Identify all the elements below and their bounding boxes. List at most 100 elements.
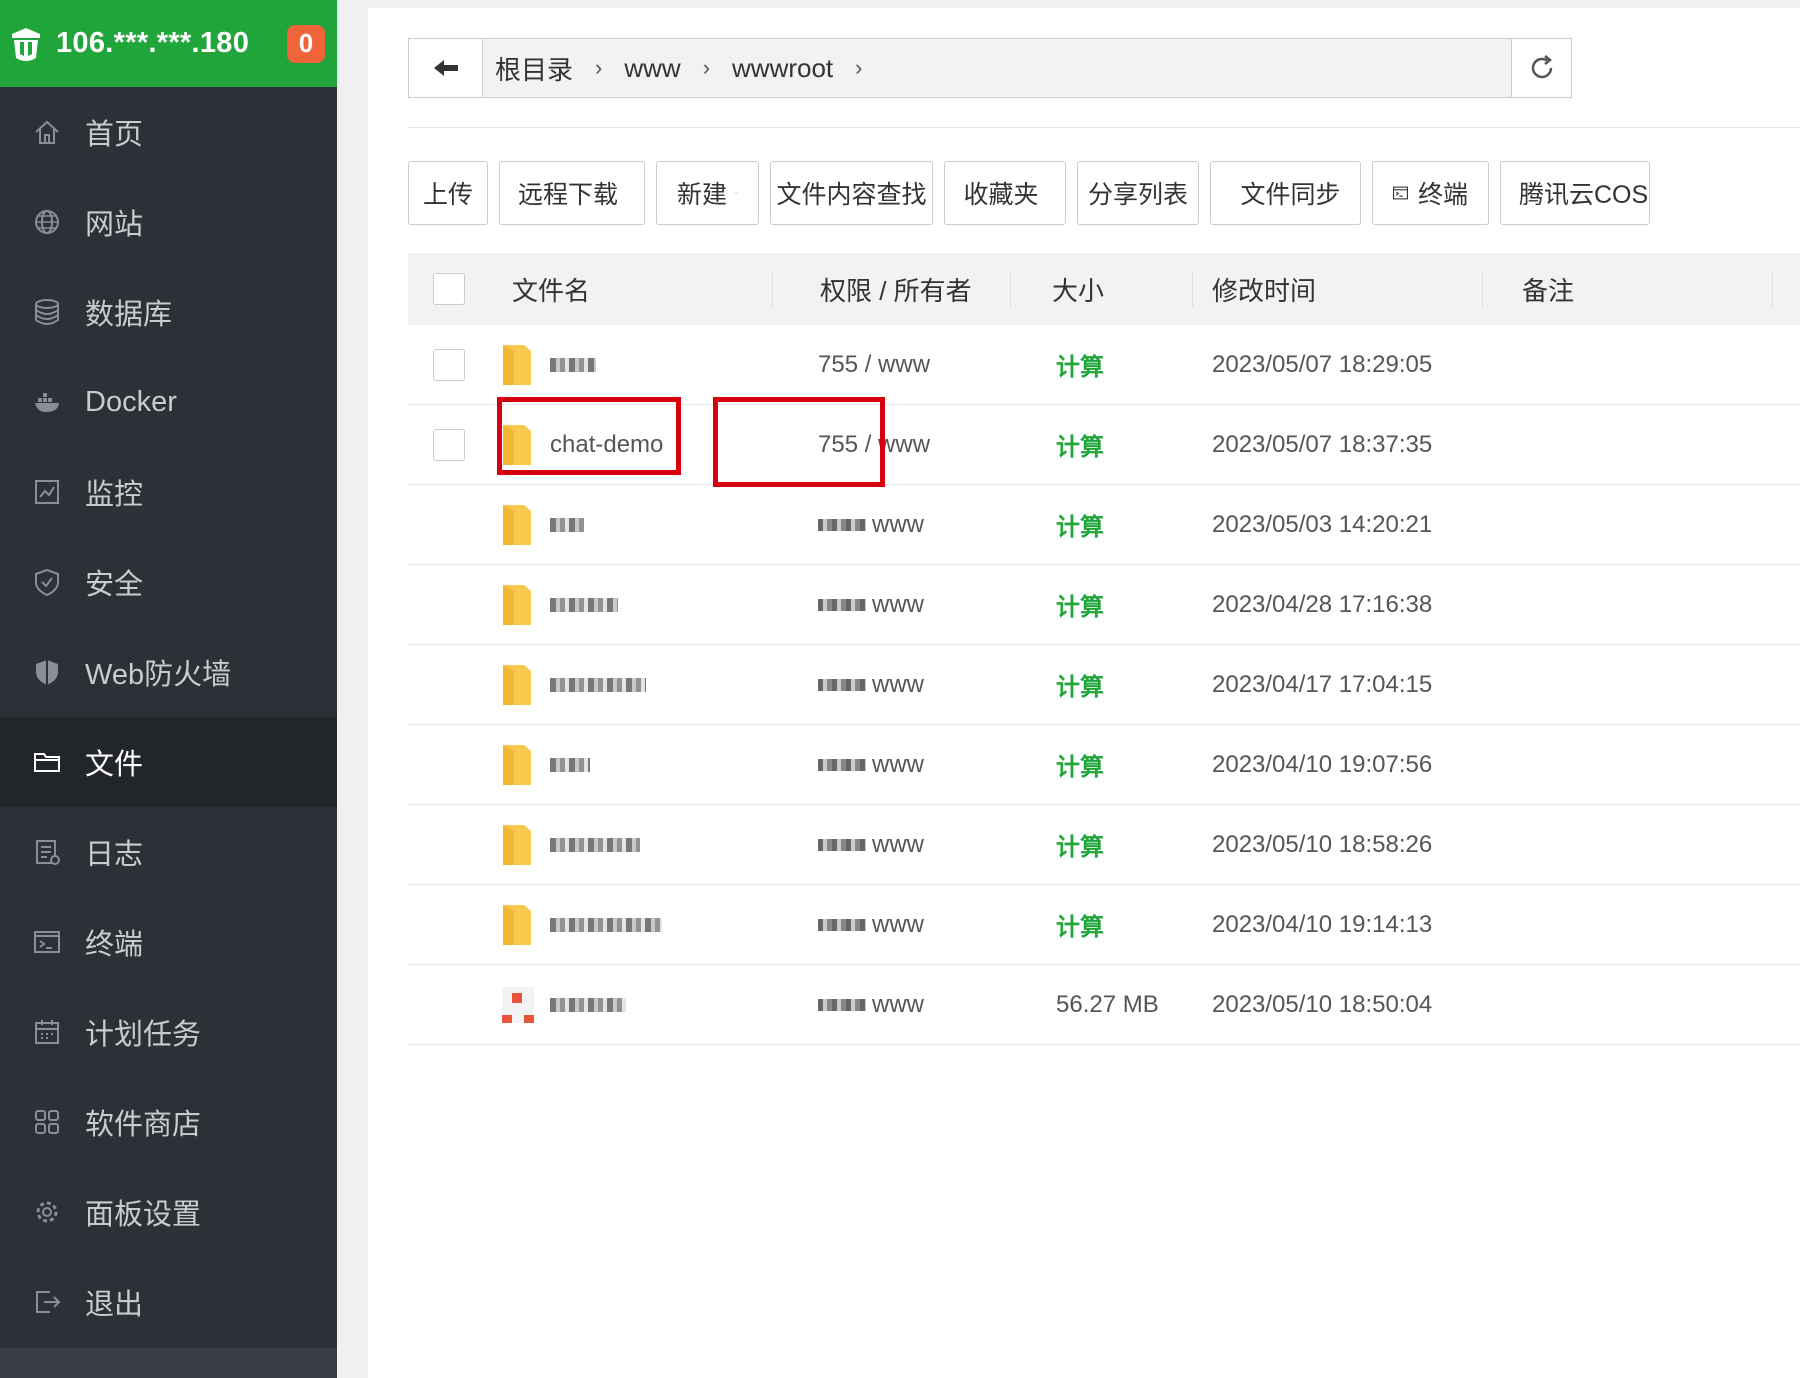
refresh-icon: [1531, 55, 1552, 79]
calc-size-link[interactable]: 计算: [1056, 914, 1104, 941]
owner-cell[interactable]: www: [872, 591, 924, 618]
sidebar-item-label: 安全: [85, 569, 144, 601]
owner-cell[interactable]: www: [872, 911, 924, 938]
sidebar-item-store[interactable]: 软件商店: [0, 1077, 337, 1167]
select-all-checkbox[interactable]: [433, 273, 465, 305]
chevron-right-icon: ›: [855, 55, 863, 80]
tencent-cos-button[interactable]: 腾讯云COS: [1500, 161, 1650, 225]
remote-download-button[interactable]: 远程下载: [499, 161, 645, 225]
log-icon: [31, 836, 63, 868]
sidebar-item-docker[interactable]: Docker: [0, 357, 337, 447]
highlight-box: [713, 397, 885, 487]
owner-cell[interactable]: www: [872, 831, 924, 858]
folder-icon: [503, 824, 531, 865]
sidebar-item-home[interactable]: 首页: [0, 87, 337, 177]
file-manager-panel: 根目录 › www › wwwroot › 上传 远程下载 新建 文件内容查找 …: [368, 8, 1800, 1378]
calc-size-link[interactable]: 计算: [1056, 594, 1104, 621]
mtime-cell: 2023/05/10 18:50:04: [1212, 990, 1433, 1018]
breadcrumb-root[interactable]: 根目录: [495, 50, 573, 87]
sidebar-item-monitor[interactable]: 监控: [0, 447, 337, 537]
calc-size-link[interactable]: 计算: [1056, 514, 1104, 541]
header-note: 备注: [1522, 275, 1575, 306]
table-row[interactable]: www 计算 2023/04/28 17:16:38: [408, 565, 1800, 645]
sidebar-item-database[interactable]: 数据库: [0, 267, 337, 357]
row-checkbox[interactable]: [433, 428, 465, 461]
size-cell: 56.27 MB: [1056, 990, 1159, 1018]
calc-size-link[interactable]: 计算: [1056, 354, 1104, 381]
sidebar-item-waf[interactable]: Web防火墙: [0, 627, 337, 717]
perm-redacted: [818, 519, 866, 532]
sidebar-item-settings[interactable]: 面板设置: [0, 1167, 337, 1257]
perm-cell[interactable]: 755 / www: [796, 351, 1032, 379]
table-row[interactable]: www 计算 2023/05/03 14:20:21: [408, 485, 1800, 565]
calc-size-link[interactable]: 计算: [1056, 674, 1104, 701]
terminal-icon: [1393, 186, 1408, 200]
breadcrumb-www[interactable]: www: [624, 53, 680, 84]
mtime-cell: 2023/04/10 19:14:13: [1212, 910, 1433, 938]
table-row[interactable]: www 计算 2023/04/10 19:07:56: [408, 725, 1800, 805]
sidebar-item-website[interactable]: 网站: [0, 177, 337, 267]
back-button[interactable]: [409, 39, 483, 97]
perm-redacted: [818, 759, 866, 772]
perm-redacted: [818, 919, 866, 932]
file-name-redacted[interactable]: [550, 597, 618, 612]
upload-button[interactable]: 上传: [408, 161, 488, 225]
table-row[interactable]: www 56.27 MB 2023/05/10 18:50:04: [408, 965, 1800, 1045]
mtime-cell: 2023/05/07 18:37:35: [1212, 430, 1433, 458]
terminal-button[interactable]: 终端: [1372, 161, 1489, 225]
table-header: 文件名 权限 / 所有者 大小 修改时间 备注: [408, 253, 1800, 325]
mtime-cell: 2023/05/03 14:20:21: [1212, 510, 1433, 538]
mtime-cell: 2023/05/07 18:29:05: [1212, 350, 1433, 378]
table-row[interactable]: www 计算 2023/05/10 18:58:26: [408, 805, 1800, 885]
header-perm[interactable]: 权限 / 所有者: [796, 271, 1032, 308]
globe-icon: [31, 206, 63, 238]
refresh-button[interactable]: [1511, 39, 1571, 97]
header-name[interactable]: 文件名: [512, 271, 796, 308]
sidebar-item-security[interactable]: 安全: [0, 537, 337, 627]
table-row[interactable]: www 计算 2023/04/17 17:04:15: [408, 645, 1800, 725]
file-name-redacted[interactable]: [550, 837, 640, 852]
owner-cell[interactable]: www: [872, 671, 924, 698]
header-mtime[interactable]: 修改时间: [1212, 271, 1502, 308]
remote-download-label: 远程下载: [518, 181, 619, 209]
perm-redacted: [818, 999, 866, 1012]
upload-label: 上传: [423, 181, 474, 209]
share-list-button[interactable]: 分享列表: [1077, 161, 1199, 225]
sidebar-item-logout[interactable]: 退出: [0, 1257, 337, 1347]
calc-size-link[interactable]: 计算: [1056, 434, 1104, 461]
sidebar-item-terminal[interactable]: 终端: [0, 897, 337, 987]
file-name-redacted[interactable]: [550, 917, 662, 932]
search-content-label: 文件内容查找: [776, 181, 927, 209]
favorites-button[interactable]: 收藏夹: [944, 161, 1066, 225]
column-divider: [1010, 271, 1011, 307]
new-label: 新建: [677, 181, 728, 209]
table-row[interactable]: 755 / www 计算 2023/05/07 18:29:05: [408, 325, 1800, 405]
gear-icon: [31, 1196, 63, 1228]
owner-cell[interactable]: www: [872, 991, 924, 1018]
table-row[interactable]: www 计算 2023/04/10 19:14:13: [408, 885, 1800, 965]
chevron-right-icon: ›: [595, 55, 603, 80]
sidebar-item-cron[interactable]: 计划任务: [0, 987, 337, 1077]
header-size[interactable]: 大小: [1032, 271, 1212, 308]
file-name-redacted[interactable]: [550, 757, 590, 772]
sidebar-item-label: 数据库: [85, 299, 173, 331]
sidebar-item-files[interactable]: 文件: [0, 717, 337, 807]
file-name-redacted[interactable]: [550, 677, 646, 692]
owner-cell[interactable]: www: [872, 511, 924, 538]
new-button[interactable]: 新建: [656, 161, 759, 225]
notification-badge[interactable]: 0: [287, 24, 325, 63]
file-sync-button[interactable]: 文件同步: [1210, 161, 1361, 225]
calc-size-link[interactable]: 计算: [1056, 834, 1104, 861]
owner-cell[interactable]: www: [872, 751, 924, 778]
sidebar-item-logs[interactable]: 日志: [0, 807, 337, 897]
sidebar: 106.***.***.180 0 首页 网站 数据库 Docker 监控 安全…: [0, 0, 337, 1378]
file-name-redacted[interactable]: [550, 997, 626, 1012]
file-name-redacted[interactable]: [550, 357, 596, 372]
search-content-button[interactable]: 文件内容查找: [770, 161, 933, 225]
file-name-redacted[interactable]: [550, 517, 584, 532]
folder-icon: [503, 504, 531, 545]
breadcrumb-wwwroot[interactable]: wwwroot: [732, 53, 833, 84]
calc-size-link[interactable]: 计算: [1056, 754, 1104, 781]
table-row[interactable]: chat-demo 755 / www 计算 2023/05/07 18:37:…: [408, 397, 1800, 487]
row-checkbox[interactable]: [433, 348, 465, 381]
